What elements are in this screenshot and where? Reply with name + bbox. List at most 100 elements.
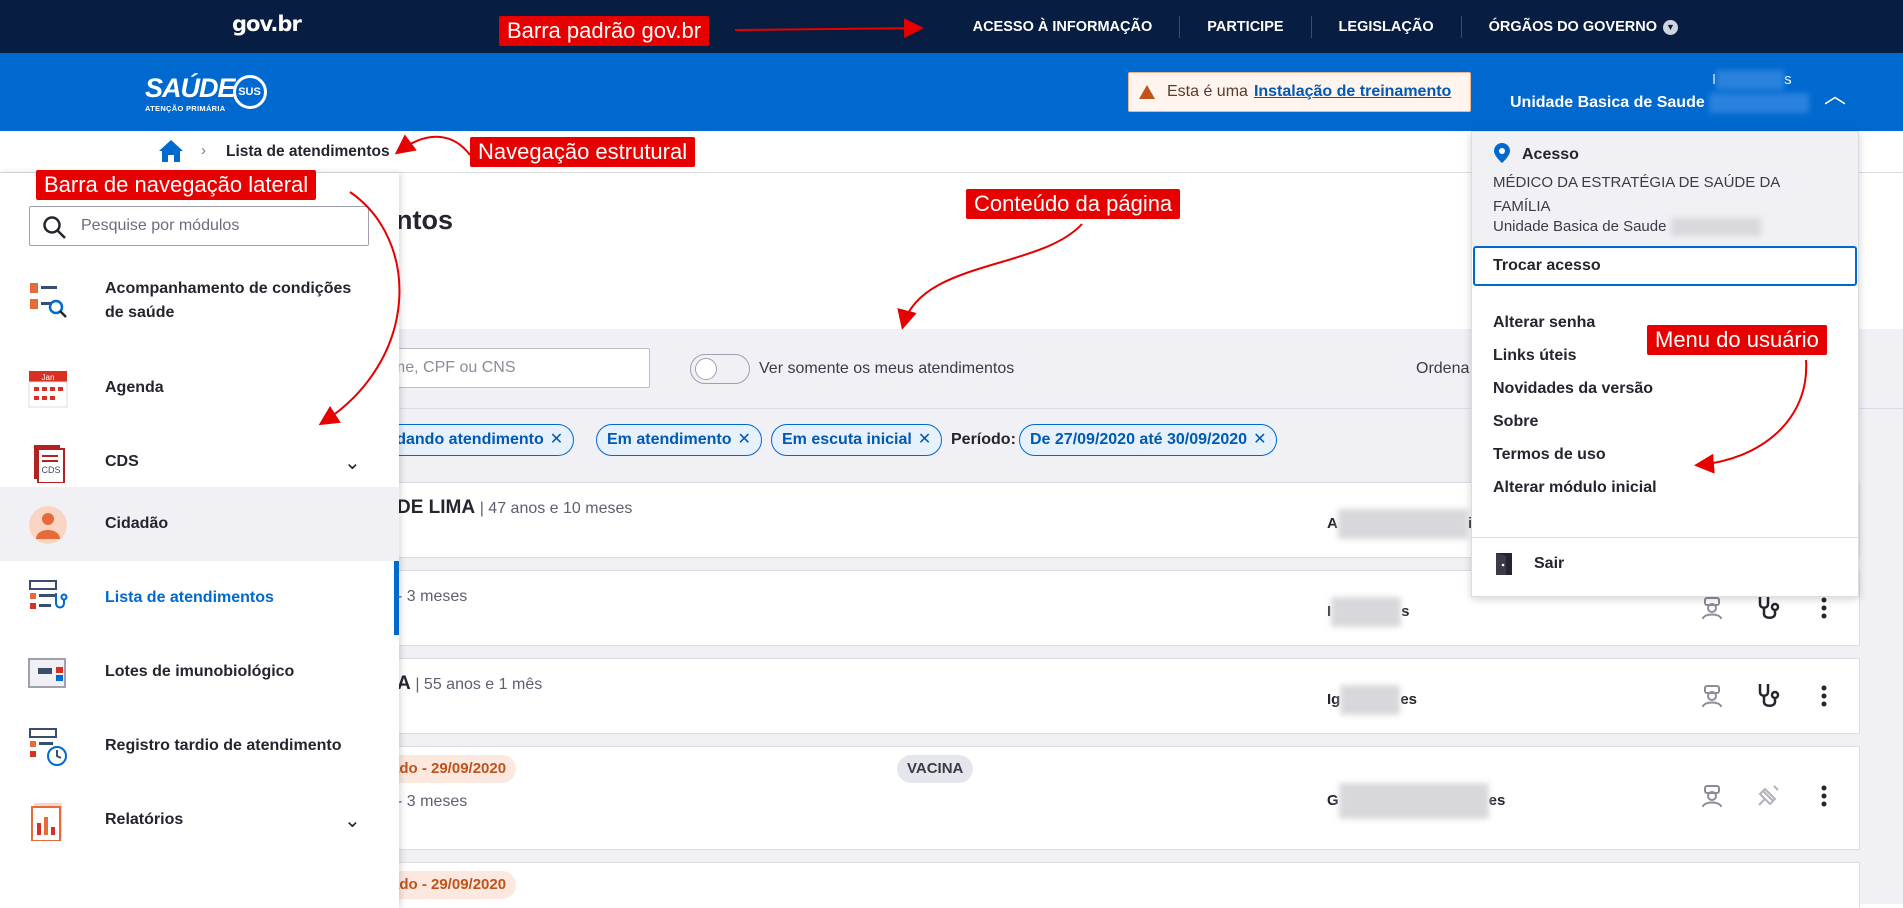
training-link[interactable]: Instalação de treinamento bbox=[1254, 83, 1451, 101]
user-unit[interactable]: Unidade Basica de Saude bbox=[1510, 93, 1810, 113]
sidebar-item-label: Agenda bbox=[105, 379, 164, 396]
professional-start: G bbox=[1327, 791, 1339, 809]
user-unit-redacted bbox=[1709, 93, 1810, 113]
nurse-icon[interactable] bbox=[1697, 781, 1727, 811]
patient-age: | 55 anos e 1 mês bbox=[415, 676, 543, 693]
menu-item-alterar-modulo[interactable]: Alterar módulo inicial bbox=[1493, 479, 1657, 497]
sidebar-item-lotes[interactable]: Lotes de imunobiológico bbox=[0, 635, 399, 709]
user-access-unit: Unidade Basica de Saude bbox=[1493, 218, 1761, 237]
syringe-icon[interactable] bbox=[1753, 781, 1783, 811]
filter-chip-em-atendimento[interactable]: Em atendimento ✕ bbox=[596, 424, 762, 456]
patient-age: - 3 meses bbox=[397, 588, 468, 605]
close-icon[interactable]: ✕ bbox=[550, 431, 563, 448]
govbr-links: ACESSO À INFORMAÇÃO PARTICIPE LEGISLAÇÃO… bbox=[946, 0, 1705, 53]
sidebar-item-label: Registro tardio de atendimento bbox=[105, 737, 342, 754]
professional-name: Ges bbox=[1327, 783, 1505, 819]
menu-item-novidades[interactable]: Novidades da versão bbox=[1493, 380, 1653, 398]
annotation-usermenu: Menu do usuário bbox=[1647, 325, 1827, 355]
sidebar-item-cidadao[interactable]: Cidadão bbox=[0, 487, 399, 561]
govbr-link-orgaos[interactable]: ÓRGÃOS DO GOVERNO ▼ bbox=[1460, 15, 1705, 38]
sidebar-item-lista-atendimentos[interactable]: Lista de atendimentos bbox=[0, 561, 399, 635]
close-icon[interactable]: ✕ bbox=[1253, 431, 1266, 448]
user-unit-text: Unidade Basica de Saude bbox=[1510, 94, 1705, 112]
chevron-down-icon[interactable]: ⌄ bbox=[344, 808, 361, 833]
user-access-unit-redacted bbox=[1670, 218, 1761, 237]
late-register-icon bbox=[29, 728, 67, 766]
chevron-up-icon[interactable]: ︿ bbox=[1824, 78, 1846, 110]
govbr-link-orgaos-label: ÓRGÃOS DO GOVERNO bbox=[1488, 18, 1657, 35]
professional-end: es bbox=[1488, 791, 1506, 809]
nurse-icon[interactable] bbox=[1697, 681, 1727, 711]
esus-logo[interactable]: SAÚDE SUS ATENÇÃO PRIMÁRIA bbox=[145, 73, 267, 113]
logo-saude-text: SAÚDE bbox=[145, 73, 236, 103]
stethoscope-icon[interactable] bbox=[1753, 681, 1783, 711]
immunobiological-icon bbox=[28, 658, 66, 688]
switch-access-button[interactable]: Trocar acesso bbox=[1473, 246, 1857, 286]
row-actions bbox=[1697, 781, 1839, 811]
sidebar-item-label: CDS bbox=[105, 453, 139, 470]
annotation-govbar: Barra padrão gov.br bbox=[499, 16, 710, 46]
home-icon[interactable] bbox=[158, 139, 184, 163]
annotation-sidebar: Barra de navegação lateral bbox=[36, 170, 317, 200]
patient-name: DE LIMA | 47 anos e 10 meses bbox=[397, 497, 632, 519]
sidebar-item-registro-tardio[interactable]: Registro tardio de atendimento bbox=[0, 709, 399, 783]
stethoscope-icon[interactable] bbox=[1753, 593, 1783, 623]
more-vertical-icon[interactable] bbox=[1809, 593, 1839, 623]
calendar-icon: Jan bbox=[28, 371, 68, 408]
health-conditions-icon bbox=[30, 283, 67, 318]
menu-item-sobre[interactable]: Sobre bbox=[1493, 413, 1538, 431]
menu-item-links-uteis[interactable]: Links úteis bbox=[1493, 347, 1577, 365]
chevron-down-icon[interactable]: ⌄ bbox=[344, 450, 361, 475]
sidebar-item-relatorios[interactable]: Relatórios ⌄ bbox=[0, 783, 399, 857]
professional-redacted bbox=[1338, 783, 1489, 819]
user-role: MÉDICO DA ESTRATÉGIA DE SAÚDE DA FAMÍLIA bbox=[1493, 174, 1780, 215]
more-vertical-icon[interactable] bbox=[1809, 781, 1839, 811]
govbr-logo[interactable]: gov.br bbox=[232, 12, 302, 36]
attendance-list-icon bbox=[29, 580, 68, 609]
sidebar-item-agenda[interactable]: Jan Agenda bbox=[0, 351, 399, 425]
logo-esus-badge: SUS bbox=[232, 75, 267, 109]
professional-end: s bbox=[1401, 602, 1410, 620]
toggle-label: Ver somente os meus atendimentos bbox=[759, 360, 1015, 377]
filter-chip-periodo[interactable]: De 27/09/2020 até 30/09/2020 ✕ bbox=[1019, 424, 1278, 456]
user-name-tail: s bbox=[1784, 70, 1792, 88]
chip-label: Em escuta inicial bbox=[782, 431, 912, 448]
close-icon[interactable]: ✕ bbox=[737, 431, 750, 448]
logout-button[interactable]: Sair bbox=[1494, 552, 1564, 576]
chevron-right-icon: › bbox=[201, 142, 206, 159]
module-search-placeholder: Pesquise por módulos bbox=[81, 217, 240, 234]
table-row[interactable]: ado - 29/09/2020 bbox=[380, 862, 1860, 908]
breadcrumb-current: Lista de atendimentos bbox=[226, 143, 390, 160]
side-navigation: Pesquise por módulos Acompanhamento de c… bbox=[0, 173, 399, 908]
patient-age-text: 55 anos e 1 mês bbox=[423, 676, 543, 693]
table-row[interactable]: A | 55 anos e 1 mês Ig es bbox=[380, 658, 1860, 734]
sidebar-item-label: Lista de atendimentos bbox=[105, 589, 274, 606]
govbr-link-participe[interactable]: PARTICIPE bbox=[1179, 15, 1310, 38]
table-row[interactable]: ado - 29/09/2020 VACINA - 3 meses Ges bbox=[380, 746, 1860, 850]
chip-label: De 27/09/2020 até 30/09/2020 bbox=[1030, 431, 1248, 448]
professional-name: Ai bbox=[1327, 509, 1472, 539]
user-name[interactable]: Is bbox=[1712, 70, 1792, 90]
sidebar-item-label: Lotes de imunobiológico bbox=[105, 663, 295, 680]
warning-icon bbox=[1139, 85, 1155, 99]
govbr-link-acesso-informacao[interactable]: ACESSO À INFORMAÇÃO bbox=[946, 16, 1180, 38]
module-search-input[interactable]: Pesquise por módulos bbox=[29, 206, 369, 246]
toggle-knob bbox=[695, 358, 717, 380]
training-text: Esta é uma bbox=[1167, 83, 1248, 100]
sidebar-item-label: Relatórios bbox=[105, 811, 184, 828]
govbr-link-legislacao[interactable]: LEGISLAÇÃO bbox=[1310, 15, 1461, 38]
menu-item-termos[interactable]: Termos de uso bbox=[1493, 446, 1606, 464]
menu-item-alterar-senha[interactable]: Alterar senha bbox=[1493, 314, 1595, 332]
row-actions bbox=[1697, 681, 1839, 711]
close-icon[interactable]: ✕ bbox=[918, 431, 931, 448]
user-access-title: Acesso bbox=[1522, 146, 1579, 163]
user-menu: Acesso MÉDICO DA ESTRATÉGIA DE SAÚDE DA … bbox=[1471, 131, 1859, 597]
more-vertical-icon[interactable] bbox=[1809, 681, 1839, 711]
sidebar-item-label: Cidadão bbox=[105, 515, 169, 532]
filter-chip-escuta-inicial[interactable]: Em escuta inicial ✕ bbox=[771, 424, 943, 456]
citizen-search-input[interactable]: ome, CPF ou CNS bbox=[380, 348, 650, 388]
filter-chip-aguardando[interactable]: rdando atendimento ✕ bbox=[380, 424, 575, 456]
my-attendances-toggle[interactable] bbox=[690, 354, 750, 384]
sidebar-item-acompanhamento[interactable]: Acompanhamento de condições de saúde bbox=[0, 261, 399, 347]
nurse-icon[interactable] bbox=[1697, 593, 1727, 623]
